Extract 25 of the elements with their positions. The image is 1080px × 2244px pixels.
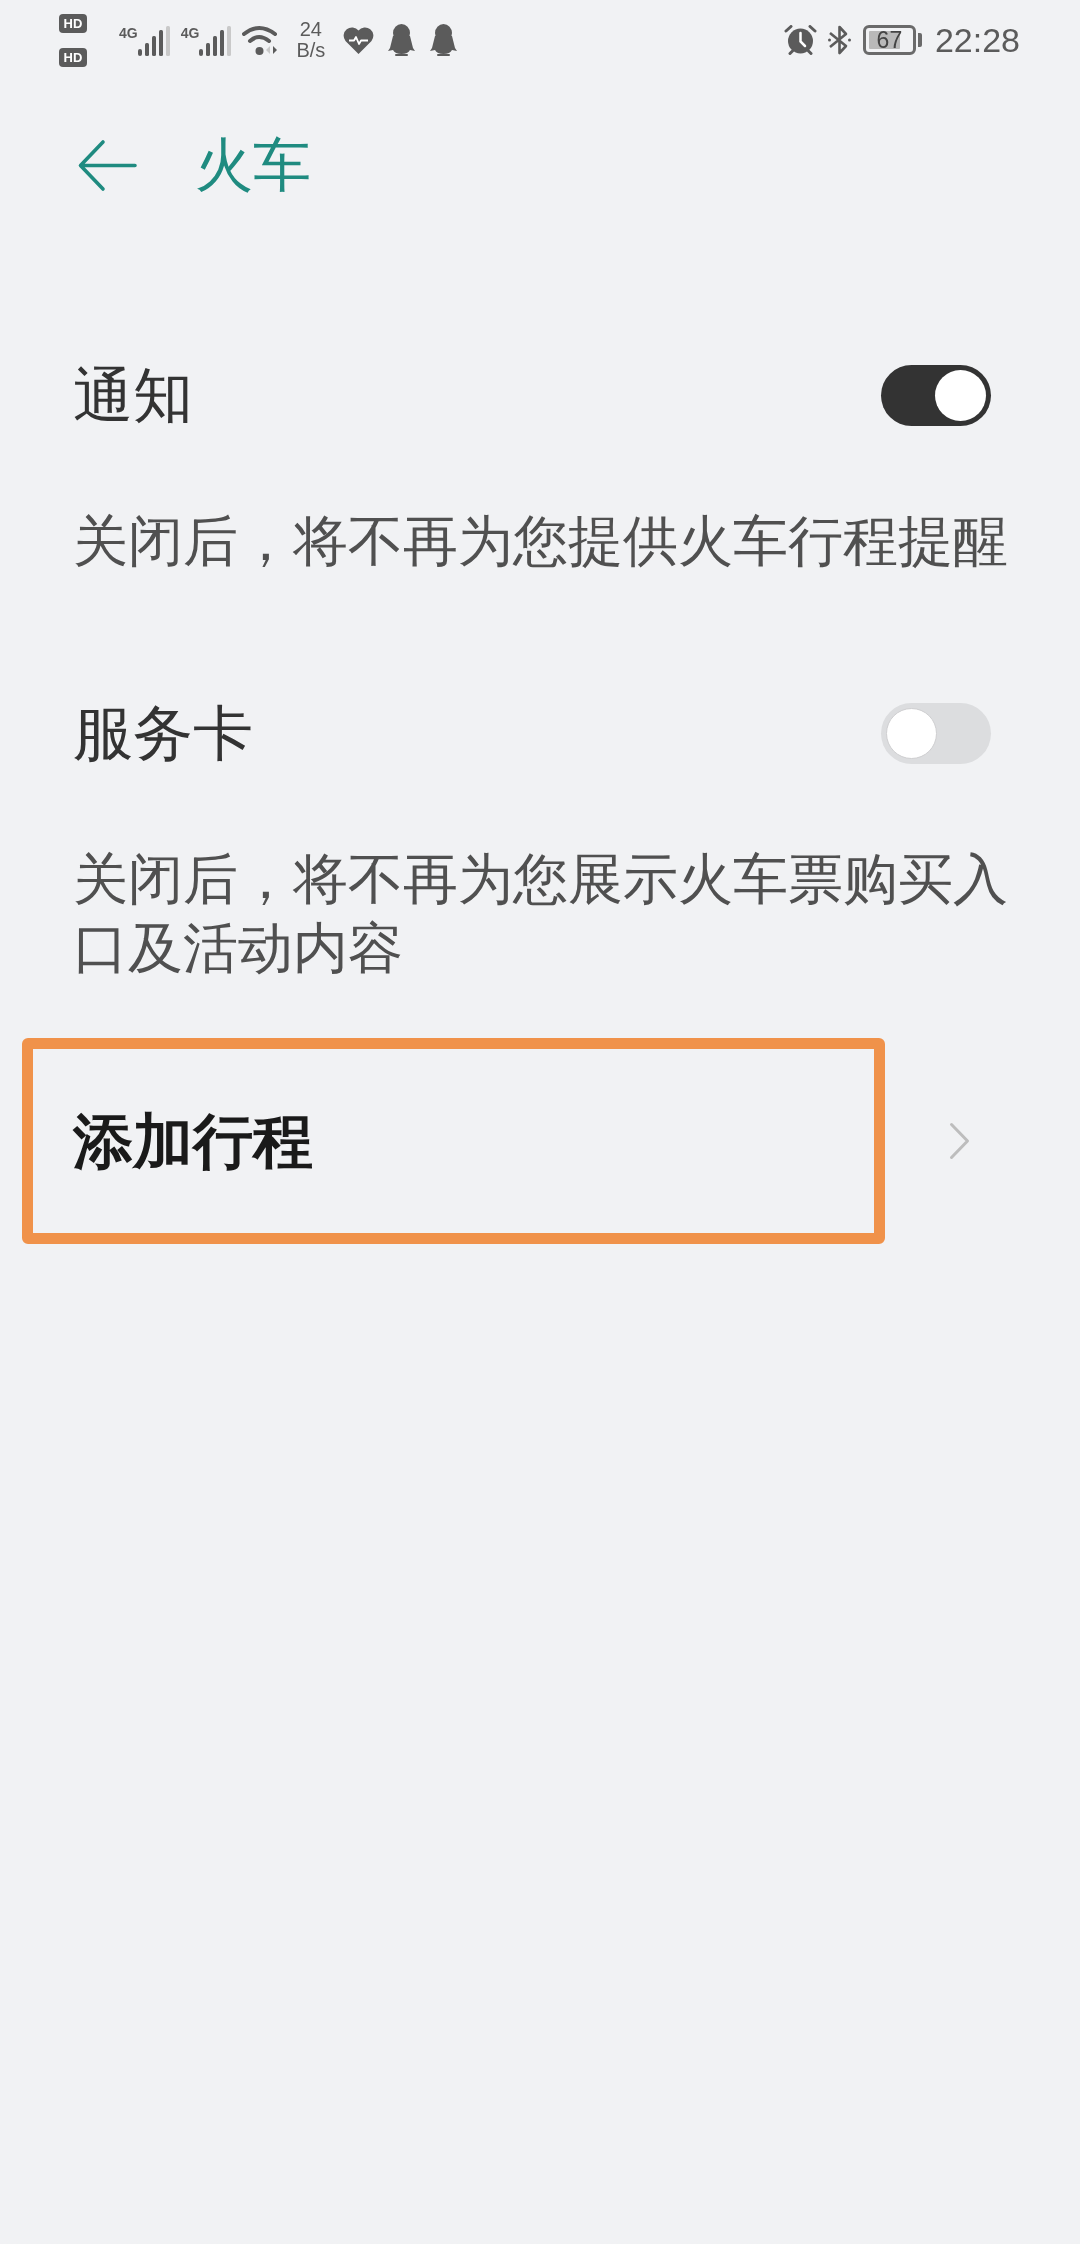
toggle-switch[interactable] bbox=[881, 364, 991, 426]
list-item[interactable]: 添加行程 bbox=[0, 1038, 1080, 1244]
network-type-label: 4G bbox=[180, 25, 200, 40]
penguin-icon bbox=[429, 24, 459, 56]
heart-pulse-icon bbox=[343, 26, 375, 54]
network-type-label: 4G bbox=[119, 25, 138, 40]
setting-title: 通知 bbox=[73, 365, 193, 425]
net-speed-value: 24 bbox=[299, 19, 322, 40]
hd-indicator: HD bbox=[59, 13, 87, 33]
alarm-clock-icon bbox=[783, 25, 817, 55]
setting-title: 服务卡 bbox=[73, 703, 253, 763]
chevron-right-icon bbox=[949, 1122, 970, 1160]
arrow-left-icon bbox=[78, 138, 137, 192]
hd-indicator: HD bbox=[59, 47, 87, 67]
status-time: 22:28 bbox=[934, 23, 1020, 57]
bluetooth-icon bbox=[826, 24, 852, 56]
back-button[interactable] bbox=[78, 138, 137, 192]
setting-description: 关闭后，将不再为您提供火车行程提醒 bbox=[72, 508, 1009, 575]
signal-icon bbox=[199, 25, 232, 56]
battery-indicator: 67 bbox=[862, 25, 922, 55]
setting-description: 关闭后，将不再为您展示火车票购买入口及活动内容 bbox=[72, 846, 1009, 982]
page-title: 火车 bbox=[195, 136, 311, 194]
penguin-icon bbox=[387, 24, 417, 56]
net-speed-unit: B/s bbox=[296, 40, 326, 61]
signal-icon bbox=[137, 25, 170, 56]
